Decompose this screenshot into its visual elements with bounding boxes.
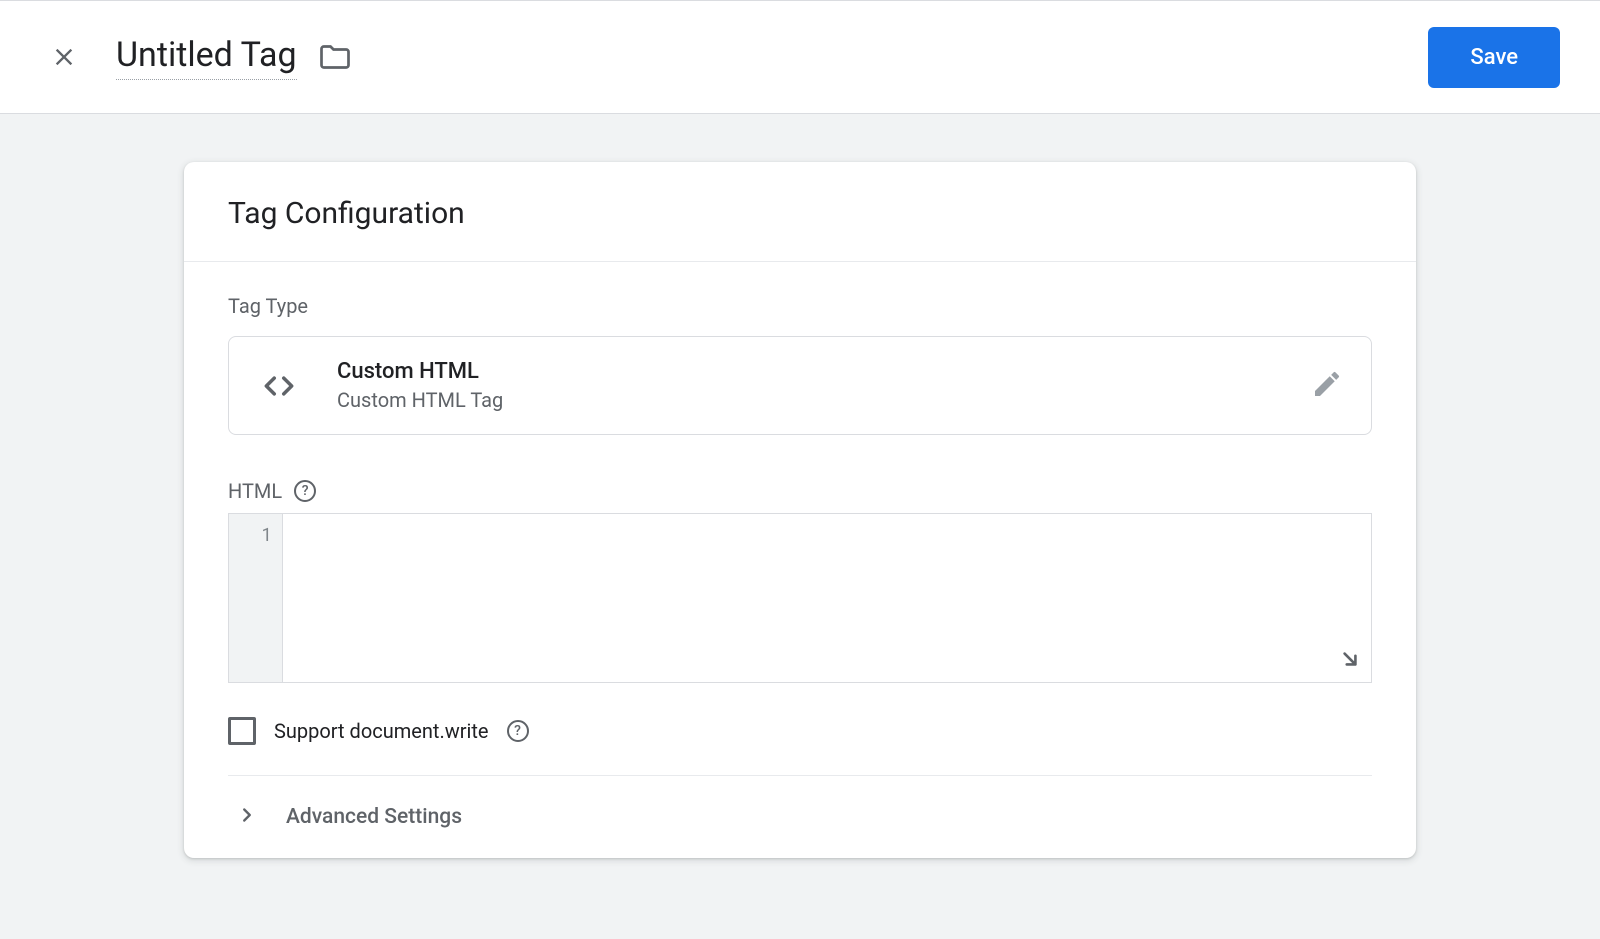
tag-type-label: Tag Type xyxy=(228,294,1372,318)
html-help-button[interactable]: ? xyxy=(294,480,316,502)
tag-type-desc: Custom HTML Tag xyxy=(337,388,1311,412)
html-code-input[interactable] xyxy=(283,514,1371,682)
document-write-help-button[interactable]: ? xyxy=(507,720,529,742)
chevron-right-icon xyxy=(236,804,258,830)
close-button[interactable] xyxy=(40,33,88,81)
advanced-settings-label: Advanced Settings xyxy=(286,805,462,829)
folder-button[interactable] xyxy=(315,37,355,77)
top-bar: Untitled Tag Save xyxy=(0,0,1600,114)
close-icon xyxy=(50,43,78,71)
editor-gutter: 1 xyxy=(229,514,283,682)
document-write-row: Support document.write ? xyxy=(228,717,1372,776)
editor-resize-handle[interactable] xyxy=(1337,646,1363,676)
code-icon xyxy=(257,364,301,408)
document-write-checkbox[interactable] xyxy=(228,717,256,745)
html-field-label: HTML xyxy=(228,479,282,503)
tag-type-name: Custom HTML xyxy=(337,359,1311,384)
tag-config-card: Tag Configuration Tag Type Custom HTML C… xyxy=(184,162,1416,858)
edit-tag-type-button[interactable] xyxy=(1311,368,1343,404)
save-button[interactable]: Save xyxy=(1428,27,1560,88)
line-number: 1 xyxy=(229,522,272,546)
tag-title-input[interactable]: Untitled Tag xyxy=(116,35,297,80)
advanced-settings-toggle[interactable]: Advanced Settings xyxy=(228,776,1372,858)
tag-type-selector[interactable]: Custom HTML Custom HTML Tag xyxy=(228,336,1372,435)
card-title: Tag Configuration xyxy=(228,196,1372,231)
html-editor: 1 xyxy=(228,513,1372,683)
resize-arrow-icon xyxy=(1337,646,1363,672)
document-write-label: Support document.write xyxy=(274,719,489,743)
folder-icon xyxy=(317,39,353,75)
pencil-icon xyxy=(1311,368,1343,400)
